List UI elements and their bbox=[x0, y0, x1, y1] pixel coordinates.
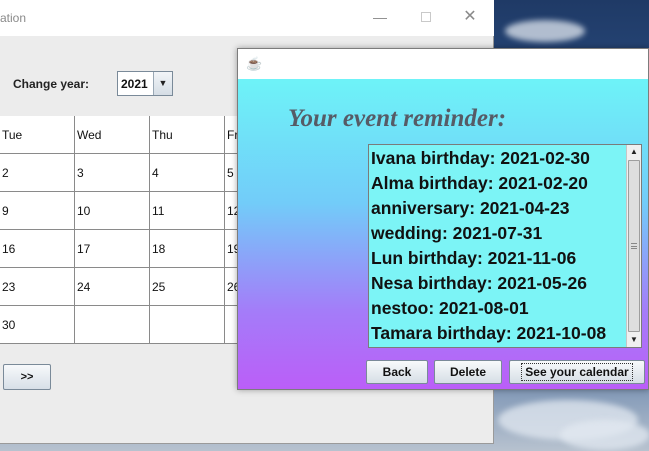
vertical-scrollbar[interactable]: ▲ ▼ bbox=[626, 145, 641, 347]
list-item[interactable]: nestoo: 2021-08-01 bbox=[371, 297, 625, 322]
year-select-value: 2021 bbox=[121, 77, 148, 91]
list-item[interactable]: Nesa birthday: 2021-05-26 bbox=[371, 272, 625, 297]
next-month-button[interactable]: >> bbox=[3, 364, 51, 390]
event-list-text: Ivana birthday: 2021-02-30 Alma birthday… bbox=[371, 147, 625, 347]
list-item[interactable]: Alma birthday: 2021-02-20 bbox=[371, 172, 625, 197]
list-item[interactable]: Lun birthday: 2021-11-06 bbox=[371, 247, 625, 272]
day-cell[interactable]: 2 bbox=[0, 154, 75, 192]
event-list[interactable]: Ivana birthday: 2021-02-30 Alma birthday… bbox=[368, 144, 642, 348]
java-app-icon: ☕ bbox=[246, 56, 263, 71]
day-cell[interactable]: 11 bbox=[150, 192, 225, 230]
dialog-content: Your event reminder: Ivana birthday: 202… bbox=[238, 79, 648, 389]
scroll-down-icon[interactable]: ▼ bbox=[627, 333, 641, 347]
event-reminder-dialog: ☕ Your event reminder: Ivana birthday: 2… bbox=[237, 48, 649, 390]
day-header: Tue bbox=[0, 116, 75, 154]
day-cell[interactable]: 23 bbox=[0, 268, 75, 306]
chevron-down-icon[interactable]: ▼ bbox=[153, 72, 172, 95]
list-item[interactable]: anniversary: 2021-04-23 bbox=[371, 197, 625, 222]
day-cell[interactable]: 24 bbox=[75, 268, 150, 306]
day-cell[interactable]: 25 bbox=[150, 268, 225, 306]
back-button[interactable]: Back bbox=[366, 360, 428, 384]
maximize-icon[interactable] bbox=[418, 9, 434, 25]
day-cell[interactable]: 16 bbox=[0, 230, 75, 268]
day-header: Wed bbox=[75, 116, 150, 154]
cloud bbox=[560, 420, 649, 450]
day-cell[interactable]: 4 bbox=[150, 154, 225, 192]
cloud bbox=[505, 20, 585, 42]
day-cell[interactable]: 3 bbox=[75, 154, 150, 192]
day-cell[interactable]: 18 bbox=[150, 230, 225, 268]
delete-button[interactable]: Delete bbox=[434, 360, 502, 384]
change-year-label: Change year: bbox=[13, 77, 90, 91]
reminder-heading: Your event reminder: bbox=[288, 105, 507, 132]
day-cell[interactable]: 10 bbox=[75, 192, 150, 230]
see-calendar-label: See your calendar bbox=[521, 363, 633, 381]
list-item[interactable]: Tamara birthday: 2021-10-08 bbox=[371, 322, 625, 347]
dialog-titlebar: ☕ bbox=[238, 49, 648, 79]
day-cell[interactable]: 30 bbox=[0, 306, 75, 344]
day-cell[interactable]: 9 bbox=[0, 192, 75, 230]
scroll-up-icon[interactable]: ▲ bbox=[627, 145, 641, 159]
close-icon[interactable]: ✕ bbox=[462, 9, 478, 25]
scrollbar-thumb[interactable] bbox=[628, 160, 640, 332]
calendar-titlebar: ation — ✕ bbox=[0, 0, 494, 36]
day-cell[interactable]: 17 bbox=[75, 230, 150, 268]
list-item[interactable]: wedding: 2021-07-31 bbox=[371, 222, 625, 247]
year-select[interactable]: 2021 ▼ bbox=[117, 71, 173, 96]
day-cell[interactable] bbox=[75, 306, 150, 344]
day-cell[interactable] bbox=[150, 306, 225, 344]
list-item[interactable]: Ivana birthday: 2021-02-30 bbox=[371, 147, 625, 172]
see-calendar-button[interactable]: See your calendar bbox=[509, 360, 645, 384]
minimize-icon[interactable]: — bbox=[372, 9, 388, 25]
grip-icon bbox=[631, 243, 637, 249]
window-title: ation bbox=[0, 11, 27, 25]
day-header: Thu bbox=[150, 116, 225, 154]
